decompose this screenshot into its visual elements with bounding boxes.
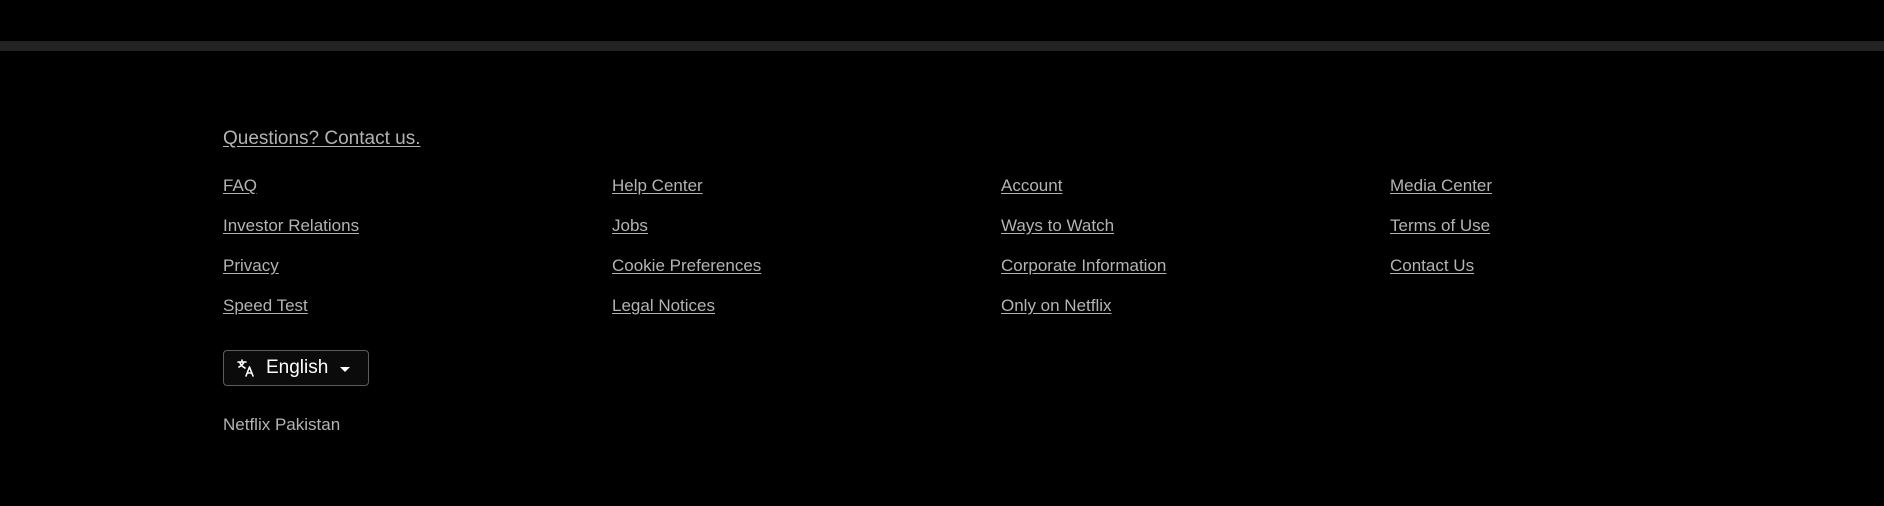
- investor-relations-link[interactable]: Investor Relations: [223, 216, 612, 256]
- legal-notices-link[interactable]: Legal Notices: [612, 296, 1001, 336]
- privacy-link[interactable]: Privacy: [223, 256, 612, 296]
- footer-column-4: Media Center Terms of Use Contact Us: [1390, 176, 1663, 336]
- section-divider: [0, 41, 1884, 51]
- speed-test-link[interactable]: Speed Test: [223, 296, 612, 336]
- footer-column-3: Account Ways to Watch Corporate Informat…: [1001, 176, 1390, 336]
- ways-to-watch-link[interactable]: Ways to Watch: [1001, 216, 1390, 256]
- terms-of-use-link[interactable]: Terms of Use: [1390, 216, 1663, 256]
- language-select-value: English: [266, 357, 329, 378]
- faq-link[interactable]: FAQ: [223, 176, 612, 216]
- media-center-link[interactable]: Media Center: [1390, 176, 1663, 216]
- translate-icon: [236, 358, 256, 378]
- caret-down-icon: [340, 367, 351, 372]
- footer-page: Questions? Contact us. FAQ Investor Rela…: [0, 0, 1884, 506]
- only-on-netflix-link[interactable]: Only on Netflix: [1001, 296, 1390, 336]
- footer: Questions? Contact us. FAQ Investor Rela…: [223, 124, 1663, 434]
- contact-us-link[interactable]: Questions? Contact us.: [223, 124, 421, 154]
- country-label: Netflix Pakistan: [223, 415, 341, 434]
- language-select[interactable]: English: [223, 350, 369, 386]
- corporate-information-link[interactable]: Corporate Information: [1001, 256, 1390, 296]
- help-center-link[interactable]: Help Center: [612, 176, 1001, 216]
- footer-column-1: FAQ Investor Relations Privacy Speed Tes…: [223, 176, 612, 336]
- footer-column-2: Help Center Jobs Cookie Preferences Lega…: [612, 176, 1001, 336]
- cookie-preferences-link[interactable]: Cookie Preferences: [612, 256, 1001, 296]
- jobs-link[interactable]: Jobs: [612, 216, 1001, 256]
- account-link[interactable]: Account: [1001, 176, 1390, 216]
- contact-us-footer-link[interactable]: Contact Us: [1390, 256, 1663, 296]
- footer-links-grid: FAQ Investor Relations Privacy Speed Tes…: [223, 176, 1663, 336]
